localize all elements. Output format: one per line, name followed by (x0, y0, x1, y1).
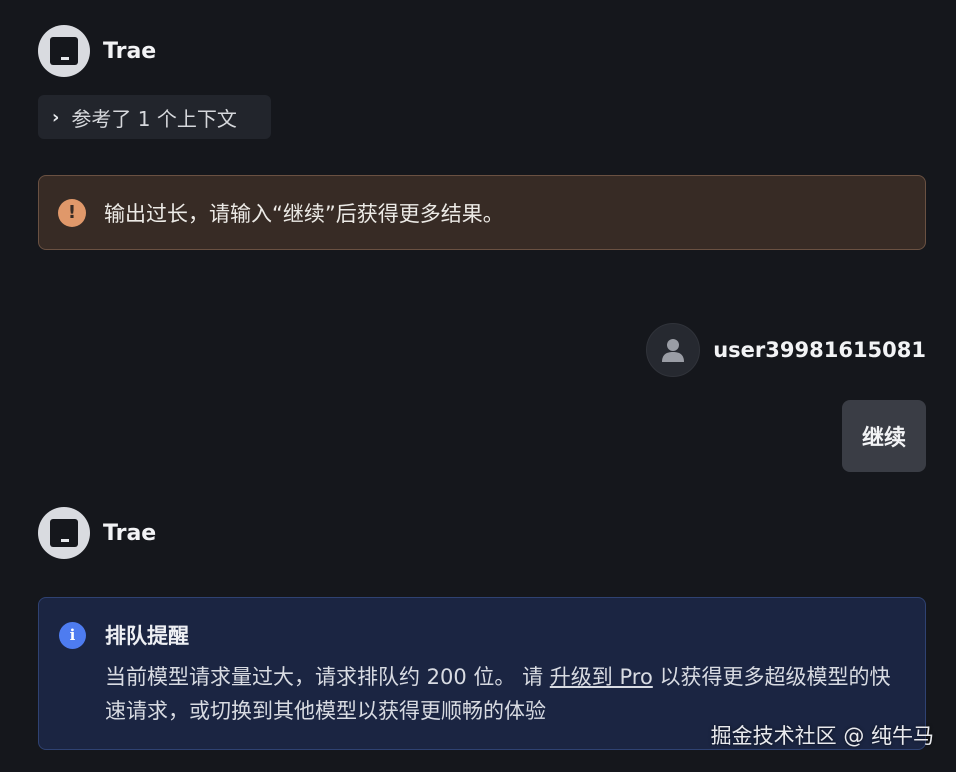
warning-icon: ! (58, 198, 86, 227)
user-message-bubble: 继续 (842, 400, 926, 472)
bot-name: Trae (103, 520, 157, 546)
context-reference-toggle[interactable]: › 参考了 1 个上下文 (38, 95, 271, 139)
user-avatar (646, 323, 701, 377)
user-message-text: 继续 (861, 426, 906, 451)
bot-message-header: Trae (38, 507, 156, 559)
context-reference-label: 参考了 1 个上下文 (71, 106, 237, 131)
chevron-right-icon: › (52, 106, 60, 128)
upgrade-pro-link[interactable]: 升级到 Pro (550, 665, 653, 689)
bot-name: Trae (103, 38, 157, 64)
output-too-long-warning: ! 输出过长，请输入“继续”后获得更多结果。 (38, 175, 926, 250)
user-icon (662, 339, 685, 362)
user-name: user39981615081 (713, 338, 926, 362)
user-message-header: user39981615081 (646, 323, 926, 377)
bot-message-header: Trae (38, 25, 156, 77)
trae-avatar (38, 507, 90, 559)
queue-notice-title: 排队提醒 (105, 624, 189, 648)
trae-avatar (38, 25, 90, 77)
watermark: 掘金技术社区 @ 纯牛马 (710, 724, 934, 748)
trae-logo-icon (50, 519, 78, 547)
queue-notice-body: 当前模型请求量过大，请求排队约 200 位。 请 升级到 Pro 以获得更多超级… (105, 660, 895, 728)
queue-notice-text-before: 当前模型请求量过大，请求排队约 200 位。 请 (105, 665, 550, 689)
warning-text: 输出过长，请输入“继续”后获得更多结果。 (104, 201, 504, 226)
info-icon: i (59, 621, 86, 649)
trae-logo-icon (50, 37, 78, 65)
chat-panel: Trae › 参考了 1 个上下文 ! 输出过长，请输入“继续”后获得更多结果。… (0, 0, 956, 772)
